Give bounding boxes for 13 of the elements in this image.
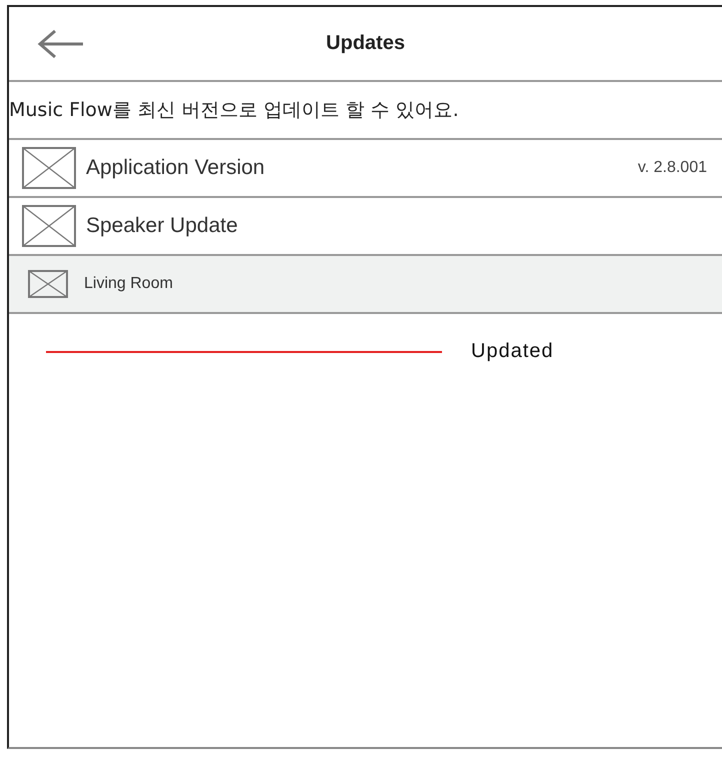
screen-title: Updates xyxy=(326,32,405,55)
item-label: Living Room xyxy=(84,275,173,293)
back-arrow-icon xyxy=(37,28,85,58)
legend-label: Updated xyxy=(471,340,554,363)
description-text: Music Flow를 최신 버전으로 업데이트 할 수 있어요. xyxy=(9,82,722,140)
version-text: v. 2.8.001 xyxy=(638,159,707,177)
back-button[interactable] xyxy=(37,28,85,58)
item-label: Application Version xyxy=(86,156,265,180)
image-placeholder-icon xyxy=(22,205,76,247)
list-item[interactable]: Application Version v. 2.8.001 xyxy=(9,140,722,198)
image-placeholder-icon xyxy=(22,147,76,189)
image-placeholder-icon xyxy=(28,270,68,298)
item-label: Speaker Update xyxy=(86,214,238,238)
